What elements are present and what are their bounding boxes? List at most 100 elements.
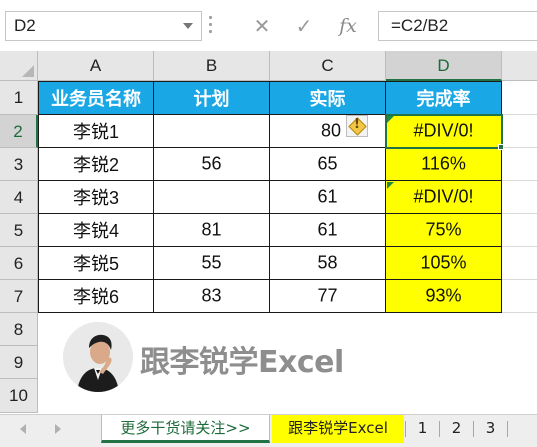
cell-value: 55 [201,252,222,273]
cell-d7[interactable]: 93% [386,280,502,313]
insert-function-icon[interactable]: fx [328,11,368,41]
warning-icon-glyph[interactable]: ! [347,117,367,132]
cell-value: 81 [201,219,222,240]
sheet-tab-1[interactable]: 1 [406,415,439,443]
formula-input[interactable]: =C2/B2 [378,11,537,41]
cell-value: 61 [317,219,338,240]
error-warning-button[interactable]: ! [346,115,368,137]
row-header-4[interactable]: 4 [0,181,38,214]
person-avatar-icon [63,322,133,392]
cell-b7[interactable]: 83 [154,280,270,313]
cell-b1[interactable]: 计划 [154,81,270,115]
cell-value: 李锐2 [72,155,119,175]
name-box-value[interactable]: D2 [14,16,36,36]
column-header-b[interactable]: B [154,51,270,81]
cell-e2[interactable] [502,115,537,148]
header-plan: 计划 [193,89,230,109]
cell-e6[interactable] [502,247,537,280]
sheet-tab-more[interactable]: 更多干货请关注>> [101,415,270,443]
cell-b2[interactable] [154,115,270,148]
cell-e7[interactable] [502,280,537,313]
cell-c6[interactable]: 58 [270,247,386,280]
fill-handle[interactable] [498,144,504,150]
cell-value: 61 [317,186,338,207]
cell-value: 58 [317,252,338,273]
cell-c2[interactable]: 80 [270,115,386,148]
cell-b5[interactable]: 81 [154,214,270,247]
row-header-6[interactable]: 6 [0,247,38,280]
cell-a1[interactable]: 业务员名称 [38,81,154,115]
select-all-triangle-icon[interactable] [22,65,34,77]
brand-watermark-text: 跟李锐学Excel [140,345,344,380]
row-header-10[interactable]: 10 [0,379,38,413]
header-name: 业务员名称 [51,89,141,109]
cell-b4[interactable] [154,181,270,214]
header-completion-rate: 完成率 [416,89,471,109]
cell-value: 75% [425,219,462,240]
cancel-icon[interactable]: ✕ [242,11,282,41]
cell-value: 56 [201,153,222,174]
row-header-1[interactable]: 1 [0,81,38,115]
column-header-d[interactable]: D [386,51,502,81]
formula-bar-grip[interactable] [208,16,214,36]
select-all-corner[interactable] [0,51,38,81]
cell-value: 李锐3 [72,188,119,208]
chevron-down-icon[interactable] [183,23,193,29]
cell-a7[interactable]: 李锐6 [38,280,154,313]
cell-value: 77 [317,285,338,306]
header-actual: 实际 [309,89,346,109]
cell-e3[interactable] [502,148,537,181]
sheet-scroll-left-icon[interactable] [20,424,26,434]
row-header-3[interactable]: 3 [0,148,38,181]
cell-c1[interactable]: 实际 [270,81,386,115]
cell-b6[interactable]: 55 [154,247,270,280]
cell-d6[interactable]: 105% [386,247,502,280]
cell-e5[interactable] [502,214,537,247]
cell-value: #DIV/0! [413,186,474,207]
cell-a2[interactable]: 李锐1 [38,115,154,148]
cell-value: 93% [425,285,462,306]
cell-e1[interactable] [502,81,537,115]
cell-b3[interactable]: 56 [154,148,270,181]
cell-e4[interactable] [502,181,537,214]
sheet-tab-3[interactable]: 3 [474,415,507,443]
column-header-c[interactable]: C [270,51,386,81]
cell-value: 105% [420,252,467,273]
sheet-tab-bar: 更多干货请关注>> 跟李锐学Excel 1 2 3 [0,414,537,447]
cell-d3[interactable]: 116% [386,148,502,181]
sheet-scroll-right-icon[interactable] [55,424,61,434]
cell-value: 李锐1 [72,122,119,142]
cell-c4[interactable]: 61 [270,181,386,214]
cell-d2[interactable]: #DIV/0! [386,115,502,148]
enter-icon[interactable]: ✓ [284,11,324,41]
name-box[interactable]: D2 [5,11,202,41]
person-avatar-icon-svg [63,322,133,392]
cell-value: 李锐5 [72,254,119,274]
cell-c5[interactable]: 61 [270,214,386,247]
cell-value: 李锐6 [72,287,119,307]
cell-a4[interactable]: 李锐3 [38,181,154,214]
tab-separator [507,421,508,437]
cell-c3[interactable]: 65 [270,148,386,181]
row-header-8[interactable]: 8 [0,313,38,346]
row-header-2[interactable]: 2 [0,115,38,148]
column-header-e[interactable] [502,51,537,81]
column-header-a[interactable]: A [38,51,154,81]
row-header-7[interactable]: 7 [0,280,38,313]
cell-d5[interactable]: 75% [386,214,502,247]
cell-a6[interactable]: 李锐5 [38,247,154,280]
formula-text[interactable]: =C2/B2 [391,16,448,36]
cell-a5[interactable]: 李锐4 [38,214,154,247]
formula-bar: D2 ✕ ✓ fx =C2/B2 [0,0,537,50]
cell-value: 83 [201,285,222,306]
cell-value: 116% [421,153,466,174]
cell-d1[interactable]: 完成率 [386,81,502,115]
row-header-9[interactable]: 9 [0,346,38,379]
sheet-tab-2[interactable]: 2 [440,415,473,443]
cell-a3[interactable]: 李锐2 [38,148,154,181]
sheet-tab-brand[interactable]: 跟李锐学Excel [272,415,404,443]
cell-c7[interactable]: 77 [270,280,386,313]
formula-bar-buttons: ✕ ✓ fx [228,11,370,41]
row-header-5[interactable]: 5 [0,214,38,247]
cell-d4[interactable]: #DIV/0! [386,181,502,214]
